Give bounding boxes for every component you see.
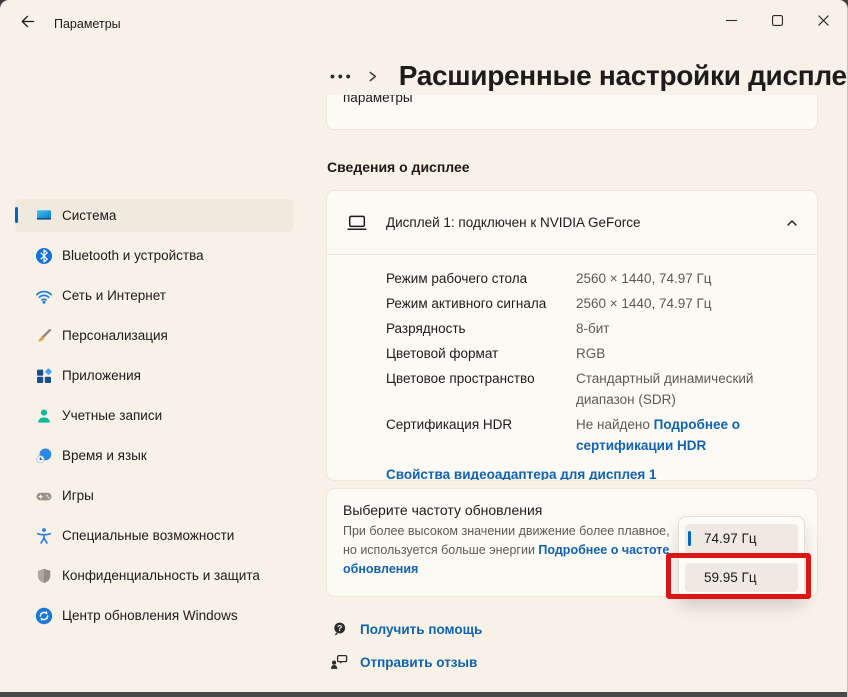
close-icon — [818, 14, 829, 29]
sidebar-item-label: Игры — [62, 488, 94, 503]
info-value: 8-бит — [576, 316, 789, 341]
sidebar-item-label: Приложения — [62, 368, 141, 383]
window-controls — [708, 0, 846, 42]
dropdown-option-74-97[interactable]: 74.97 Гц — [685, 524, 798, 553]
sidebar-item-accessibility[interactable]: Специальные возможности — [15, 519, 293, 552]
sidebar-item-label: Bluetooth и устройства — [62, 248, 204, 263]
sidebar-item-label: Конфиденциальность и защита — [62, 568, 260, 583]
time-language-icon — [35, 447, 53, 465]
info-label: Режим активного сигнала — [386, 291, 576, 316]
send-feedback-label: Отправить отзыв — [360, 655, 477, 670]
clipped-card-text: параметры — [343, 95, 817, 105]
sidebar-item-bluetooth[interactable]: Bluetooth и устройства — [15, 239, 293, 272]
annotation-highlight-box — [666, 553, 811, 599]
maximize-button[interactable] — [754, 0, 800, 42]
network-icon — [35, 287, 53, 305]
sidebar-item-label: Время и язык — [62, 448, 147, 463]
page-title: Расширенные настройки дисплея — [399, 60, 848, 92]
breadcrumb: ••• Расширенные настройки дисплея — [330, 57, 848, 95]
info-value: 2560 × 1440, 74.97 Гц — [576, 266, 789, 291]
info-row-hdr-certification: Сертификация HDR Не найдено Подробнее о … — [386, 412, 789, 458]
chevron-up-icon[interactable] — [785, 216, 799, 230]
refresh-rate-description: При более высоком значении движение боле… — [343, 522, 679, 579]
dropdown-option-label: 74.97 Гц — [704, 531, 757, 546]
bluetooth-icon — [35, 247, 53, 265]
windows-update-icon — [35, 607, 53, 625]
accounts-icon — [35, 407, 53, 425]
chevron-right-icon — [366, 70, 379, 83]
info-row-bit-depth: Разрядность 8-бит — [386, 316, 789, 341]
display-icon — [347, 213, 367, 233]
help-icon: ? — [330, 620, 348, 638]
sidebar-item-personalization[interactable]: Персонализация — [15, 319, 293, 352]
info-value: Стандартный динамический диапазон (SDR) — [576, 368, 789, 410]
info-row-color-format: Цветовой формат RGB — [386, 341, 789, 366]
sidebar-item-label: Сеть и Интернет — [62, 288, 166, 303]
info-row-color-space: Цветовое пространство Стандартный динами… — [386, 366, 789, 412]
option-selection-indicator — [688, 531, 691, 546]
sidebar-item-privacy[interactable]: Конфиденциальность и защита — [15, 559, 293, 592]
sidebar-item-label: Центр обновления Windows — [62, 608, 238, 623]
titlebar: Параметры — [0, 0, 847, 44]
get-help-label: Получить помощь — [360, 622, 482, 637]
display-card-body: Режим рабочего стола 2560 × 1440, 74.97 … — [327, 255, 817, 481]
clipped-settings-card[interactable]: параметры — [326, 95, 818, 130]
info-label: Сертификация HDR — [386, 414, 576, 456]
info-label: Цветовое пространство — [386, 368, 576, 410]
info-label: Цветовой формат — [386, 341, 576, 366]
feedback-icon — [330, 653, 348, 671]
hdr-status: Не найдено — [576, 417, 650, 432]
settings-window: Параметры Система — [0, 0, 848, 697]
adapter-properties-link[interactable]: Свойства видеоадаптера для дисплея 1 — [386, 467, 657, 481]
sidebar: Система Bluetooth и устройства — [0, 44, 320, 692]
sidebar-item-label: Персонализация — [62, 328, 168, 343]
sidebar-item-windows-update[interactable]: Центр обновления Windows — [15, 599, 293, 632]
info-value: Не найдено Подробнее о сертификации HDR — [576, 414, 789, 456]
svg-text:?: ? — [337, 623, 342, 633]
get-help-link[interactable]: ? Получить помощь — [330, 620, 482, 638]
info-label: Разрядность — [386, 316, 576, 341]
minimize-button[interactable] — [708, 0, 754, 42]
accessibility-icon — [35, 527, 53, 545]
personalization-icon — [35, 327, 53, 345]
app-title: Параметры — [54, 17, 121, 31]
sidebar-item-accounts[interactable]: Учетные записи — [15, 399, 293, 432]
system-icon — [35, 207, 53, 225]
gaming-icon — [35, 487, 53, 505]
sidebar-item-label: Учетные записи — [62, 408, 162, 423]
sidebar-item-network[interactable]: Сеть и Интернет — [15, 279, 293, 312]
info-row-desktop-mode: Режим рабочего стола 2560 × 1440, 74.97 … — [386, 266, 789, 291]
sidebar-item-time-language[interactable]: Время и язык — [15, 439, 293, 472]
sidebar-item-label: Система — [62, 208, 116, 223]
sidebar-item-label: Специальные возможности — [62, 528, 234, 543]
sidebar-item-apps[interactable]: Приложения — [15, 359, 293, 392]
selection-indicator — [15, 207, 18, 223]
close-button[interactable] — [800, 0, 846, 42]
display-card-header[interactable]: Дисплей 1: подключен к NVIDIA GeForce — [327, 191, 817, 255]
info-row-active-signal: Режим активного сигнала 2560 × 1440, 74.… — [386, 291, 789, 316]
privacy-icon — [35, 567, 53, 585]
display-info-card: Дисплей 1: подключен к NVIDIA GeForce Ре… — [326, 190, 818, 481]
info-value: RGB — [576, 341, 789, 366]
sidebar-item-system[interactable]: Система — [15, 199, 293, 232]
info-value: 2560 × 1440, 74.97 Гц — [576, 291, 789, 316]
info-label: Режим рабочего стола — [386, 266, 576, 291]
section-title: Сведения о дисплее — [327, 159, 470, 175]
breadcrumb-ellipsis-button[interactable]: ••• — [330, 71, 354, 81]
back-arrow-icon — [19, 13, 36, 33]
back-button[interactable] — [12, 10, 42, 36]
display-card-title: Дисплей 1: подключен к NVIDIA GeForce — [386, 215, 641, 230]
apps-icon — [35, 367, 53, 385]
minimize-icon — [726, 14, 737, 29]
screen-edge — [0, 692, 847, 697]
maximize-icon — [772, 14, 783, 29]
send-feedback-link[interactable]: Отправить отзыв — [330, 653, 477, 671]
sidebar-item-gaming[interactable]: Игры — [15, 479, 293, 512]
